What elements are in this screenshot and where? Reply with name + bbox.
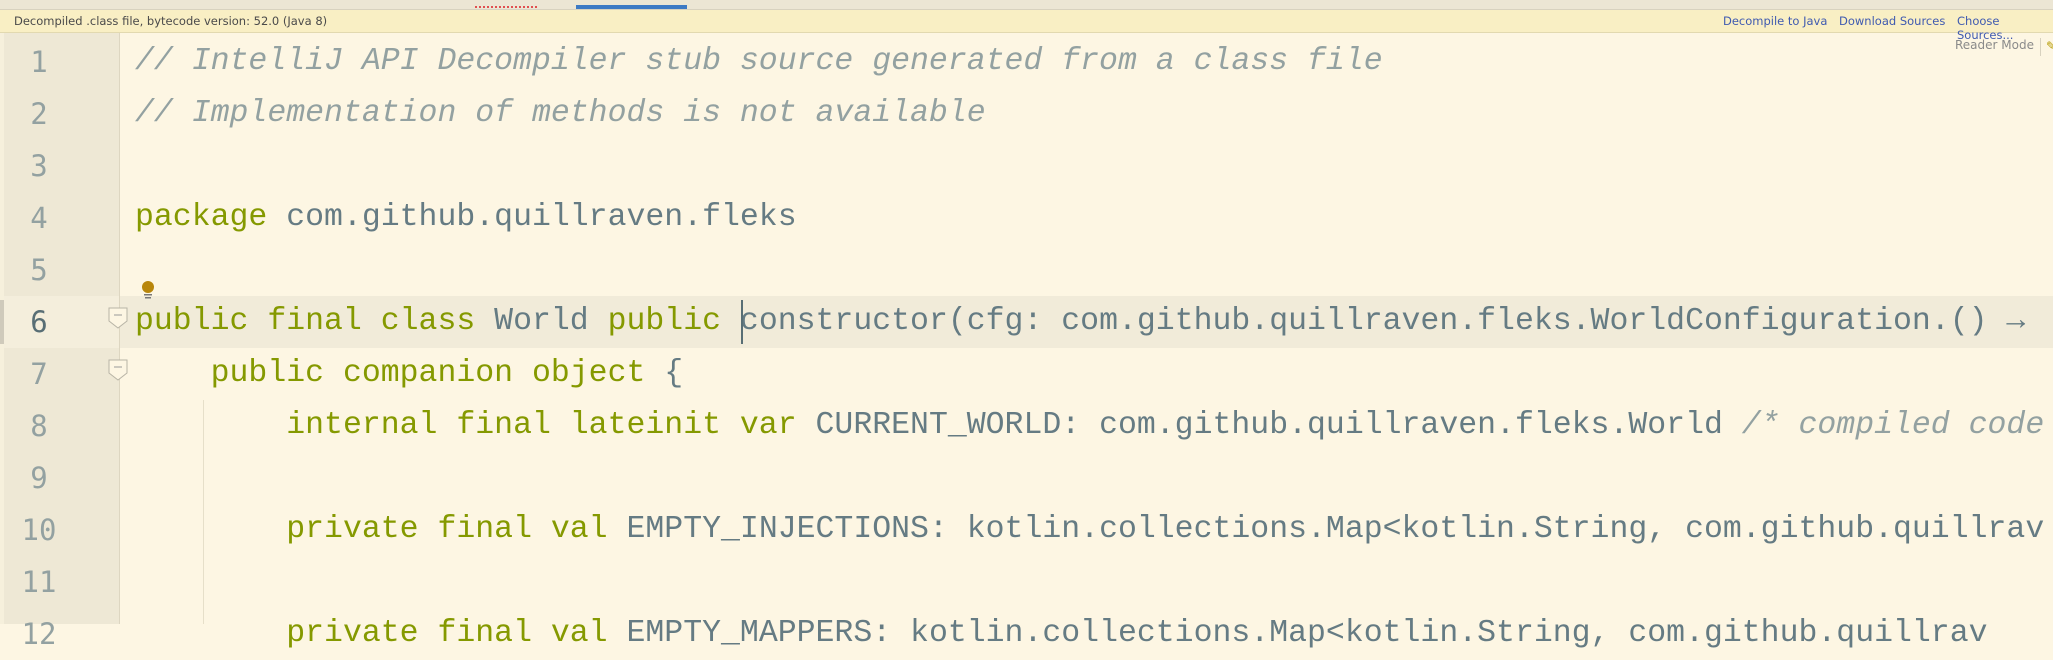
lightbulb-icon[interactable]: [140, 280, 156, 300]
line-number[interactable]: 6: [4, 296, 74, 348]
identifier-token: {: [645, 356, 684, 391]
code-line[interactable]: // Implementation of methods is not avai…: [135, 88, 986, 140]
identifier-token: CURRENT_WORLD: com.github.quillraven.fle…: [796, 408, 1742, 443]
line-number[interactable]: 11: [4, 556, 74, 608]
keyword-token: private final val: [286, 616, 608, 651]
comment-token: // Implementation of methods is not avai…: [135, 96, 986, 131]
code-line[interactable]: public companion object {: [135, 348, 684, 400]
code-line[interactable]: public final class World public construc…: [135, 296, 2025, 348]
text-caret: [741, 300, 743, 344]
editor-tab-strip: [0, 0, 2053, 10]
identifier-token: World: [475, 304, 608, 339]
keyword-token: package: [135, 200, 268, 235]
identifier-token: EMPTY_INJECTIONS: kotlin.collections.Map…: [607, 512, 2045, 547]
line-number[interactable]: 9: [4, 452, 74, 504]
active-tab-indicator[interactable]: [576, 5, 687, 9]
line-number[interactable]: 12: [4, 608, 74, 660]
comment-token: /* compiled code: [1741, 408, 2045, 443]
code-line[interactable]: internal final lateinit var CURRENT_WORL…: [135, 400, 2044, 452]
keyword-token: internal final lateinit var: [286, 408, 797, 443]
decompiled-banner: Decompiled .class file, bytecode version…: [0, 10, 2053, 42]
fold-collapse-icon[interactable]: [108, 359, 128, 381]
download-sources-link[interactable]: Download Sources: [1839, 14, 1945, 28]
line-number[interactable]: 2: [4, 88, 74, 140]
banner-message: Decompiled .class file, bytecode version…: [14, 14, 328, 28]
comment-token: // IntelliJ API Decompiler stub source g…: [135, 44, 1383, 79]
identifier-token: EMPTY_MAPPERS: kotlin.collections.Map<ko…: [607, 616, 1988, 651]
line-number[interactable]: 7: [4, 348, 74, 400]
identifier-token: com.github.quillraven.fleks: [267, 200, 797, 235]
reader-mode-divider: [2040, 38, 2041, 56]
identifier-token: [135, 408, 286, 443]
line-number[interactable]: 3: [4, 140, 74, 192]
tab-error-underline: [475, 6, 537, 8]
identifier-token: [135, 356, 211, 391]
code-line[interactable]: private final val EMPTY_MAPPERS: kotlin.…: [135, 608, 1988, 660]
identifier-token: constructor(cfg: com.github.quillraven.f…: [721, 304, 2026, 339]
code-line[interactable]: private final val EMPTY_INJECTIONS: kotl…: [135, 504, 2044, 556]
keyword-token: public final class: [135, 304, 476, 339]
code-line[interactable]: // IntelliJ API Decompiler stub source g…: [135, 36, 1383, 88]
keyword-token: public companion object: [210, 356, 646, 391]
line-number[interactable]: 8: [4, 400, 74, 452]
line-number[interactable]: 5: [4, 244, 74, 296]
line-number[interactable]: 10: [4, 504, 74, 556]
line-number[interactable]: 4: [4, 192, 74, 244]
identifier-token: [135, 616, 286, 651]
decompile-to-java-link[interactable]: Decompile to Java: [1723, 14, 1827, 28]
keyword-token: public: [607, 304, 722, 339]
identifier-token: [135, 512, 286, 547]
line-number[interactable]: 1: [4, 36, 74, 88]
inspection-icon[interactable]: ✎: [2046, 39, 2053, 53]
fold-collapse-icon[interactable]: [108, 307, 128, 329]
keyword-token: private final val: [286, 512, 608, 547]
reader-mode-button[interactable]: Reader Mode: [1955, 38, 2034, 52]
code-line[interactable]: package com.github.quillraven.fleks: [135, 192, 797, 244]
